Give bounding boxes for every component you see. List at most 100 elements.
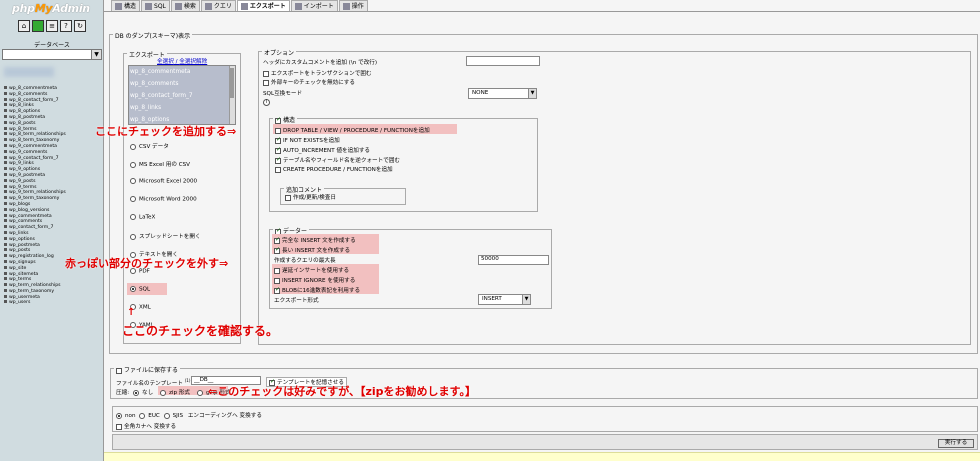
header-comment-label: ヘッダにカスタムコメントを追加 (\n で改行) <box>263 60 378 66</box>
if-not-exists-option[interactable]: IF NOT EXISTSを追加 <box>275 136 340 144</box>
kana-option[interactable]: 全角カナへ 変換する <box>116 422 176 430</box>
export-type-label: エクスポート形式 <box>274 298 319 304</box>
create-proc-option[interactable]: CREATE PROCEDURE / FUNCTIONを追加 <box>275 165 393 173</box>
backquotes-label: テーブル名やフィールド名を逆クォートで囲む <box>283 158 401 164</box>
comment-dates-checkbox[interactable] <box>285 194 291 201</box>
tab-icon <box>204 3 212 10</box>
format-option[interactable]: SQL <box>130 286 150 293</box>
complete-insert-checkbox[interactable] <box>274 236 280 244</box>
drop-table-option[interactable]: DROP TABLE / VIEW / PROCEDURE / FUNCTION… <box>275 126 430 134</box>
compress-zip-option[interactable]: zip 形式 <box>160 388 190 396</box>
export-table-option[interactable]: wp_8_comments <box>129 78 235 90</box>
format-radio[interactable] <box>130 178 136 184</box>
annotation-uncheck-red: 赤っぽい部分のチェックを外す⇒ <box>65 257 229 270</box>
tab-label: 構造 <box>124 3 137 10</box>
comment-dates-label: 作成/更新/検査日 <box>293 195 336 201</box>
format-option[interactable]: Microsoft Excel 2000 <box>130 178 197 185</box>
table-items: wp_8_commentmeta wp_8_comments wp_8_contac… <box>129 66 235 124</box>
encoding-non-radio[interactable] <box>116 412 122 419</box>
delayed-label: 遅延インサートを使用する <box>282 268 350 274</box>
tab-4[interactable]: エクスポート <box>236 0 290 11</box>
phpmyadmin-logo[interactable]: phpMyAdmin <box>12 2 90 15</box>
export-type-select[interactable]: INSERT ▼ <box>478 294 531 305</box>
hex-blob-option[interactable]: BLOBに16進数表記を利用する <box>274 286 360 294</box>
ignore-option[interactable]: INSERT IGNORE を使用する <box>274 276 355 284</box>
complete-insert-option[interactable]: 完全な INSERT 文を作成する <box>274 236 356 244</box>
sql-window-icon[interactable] <box>32 20 44 32</box>
info-icon[interactable]: i <box>263 99 270 106</box>
drop-table-checkbox[interactable] <box>275 127 281 134</box>
compat-mode-select[interactable]: NONE ▼ <box>468 88 537 99</box>
export-table-option[interactable]: wp_8_contact_form_7 <box>129 90 235 102</box>
delayed-option[interactable]: 遅延インサートを使用する <box>274 266 349 274</box>
ignore-label: INSERT IGNORE を使用する <box>282 278 356 284</box>
format-label: Microsoft Excel 2000 <box>139 178 198 185</box>
tab-2[interactable]: 検索 <box>170 0 200 11</box>
kana-checkbox[interactable] <box>116 423 122 430</box>
header-comment-input[interactable] <box>466 56 540 66</box>
export-table-option[interactable]: wp_8_links <box>129 102 235 114</box>
compress-gzip-radio[interactable] <box>197 389 203 396</box>
tab-1[interactable]: SQL <box>141 0 170 11</box>
query-icon[interactable]: ? <box>60 20 72 32</box>
format-radio[interactable] <box>130 214 136 220</box>
format-radio[interactable] <box>130 286 136 292</box>
format-radio[interactable] <box>130 233 136 240</box>
export-table-option[interactable]: wp_8_commentmeta <box>129 66 235 78</box>
tab-5[interactable]: インポート <box>290 0 338 11</box>
save-file-checkbox[interactable] <box>116 367 122 374</box>
tab-divider <box>104 11 980 12</box>
ignore-checkbox[interactable] <box>274 277 280 284</box>
encoding-non-label: non <box>125 413 136 419</box>
extended-insert-option[interactable]: 長い INSERT 文を作成する <box>274 246 350 254</box>
extended-insert-checkbox[interactable] <box>274 246 280 254</box>
fk-checks-checkbox[interactable] <box>263 79 269 86</box>
save-file-legend[interactable]: ファイルに保存する <box>114 365 181 374</box>
transaction-option[interactable]: エクスポートをトランザクションで囲む <box>263 69 372 77</box>
table-scrollbar[interactable] <box>229 66 235 124</box>
if-not-exists-checkbox[interactable] <box>275 136 281 144</box>
scroll-thumb[interactable] <box>230 68 234 98</box>
execute-button[interactable]: 実行する <box>938 439 974 448</box>
database-select[interactable]: ▼ <box>2 49 102 60</box>
template-footnote: (1) <box>184 378 191 383</box>
create-proc-checkbox[interactable] <box>275 166 281 173</box>
chevron-down-icon: ▼ <box>91 50 101 59</box>
nav-table-item[interactable]: wp_users <box>4 300 102 306</box>
home-icon[interactable]: ⌂ <box>18 20 30 32</box>
backquotes-checkbox[interactable] <box>275 156 281 164</box>
compress-none-radio[interactable] <box>133 389 139 396</box>
save-file-label: ファイルに保存する <box>124 367 179 374</box>
tab-6[interactable]: 操作 <box>338 0 368 11</box>
comment-dates-option[interactable]: 作成/更新/検査日 <box>285 193 336 201</box>
structure-checkbox[interactable] <box>275 116 281 124</box>
auto-increment-option[interactable]: AUTO_INCREMENT 値を追加する <box>275 146 370 154</box>
encoding-euc-radio[interactable] <box>139 412 146 419</box>
fk-checks-option[interactable]: 外部キーのチェックを無効にする <box>263 78 355 86</box>
transaction-checkbox[interactable] <box>263 70 269 77</box>
auto-increment-checkbox[interactable] <box>275 146 281 154</box>
format-option[interactable]: MS Excel 用の CSV <box>130 160 190 168</box>
hex-blob-checkbox[interactable] <box>274 286 280 294</box>
tab-0[interactable]: 構造 <box>111 0 141 11</box>
encoding-sjis-radio[interactable] <box>163 412 170 419</box>
compress-none-option[interactable]: なし <box>133 388 153 396</box>
transaction-label: エクスポートをトランザクションで囲む <box>271 71 372 77</box>
format-option[interactable]: スプレッドシートを開く <box>130 232 201 240</box>
format-option[interactable]: LaTeX <box>130 214 155 221</box>
format-radio[interactable] <box>130 161 136 168</box>
tab-icon <box>115 3 122 10</box>
reload-icon[interactable]: ↻ <box>74 20 86 32</box>
max-query-input[interactable]: 50000 <box>478 255 549 265</box>
delayed-checkbox[interactable] <box>274 267 280 274</box>
compress-zip-radio[interactable] <box>160 389 166 396</box>
backquotes-option[interactable]: テーブル名やフィールド名を逆クォートで囲む <box>275 156 400 164</box>
table-multiselect[interactable]: wp_8_commentmeta wp_8_comments wp_8_contac… <box>128 65 236 125</box>
structure-legend[interactable]: 構造 <box>273 115 298 124</box>
format-radio[interactable] <box>130 143 136 150</box>
format-option[interactable]: Microsoft Word 2000 <box>130 196 197 203</box>
docs-icon[interactable]: ≡ <box>46 20 58 32</box>
format-radio[interactable] <box>130 196 136 202</box>
format-option[interactable]: CSV データ <box>130 142 169 150</box>
tab-3[interactable]: クエリ <box>200 0 236 11</box>
